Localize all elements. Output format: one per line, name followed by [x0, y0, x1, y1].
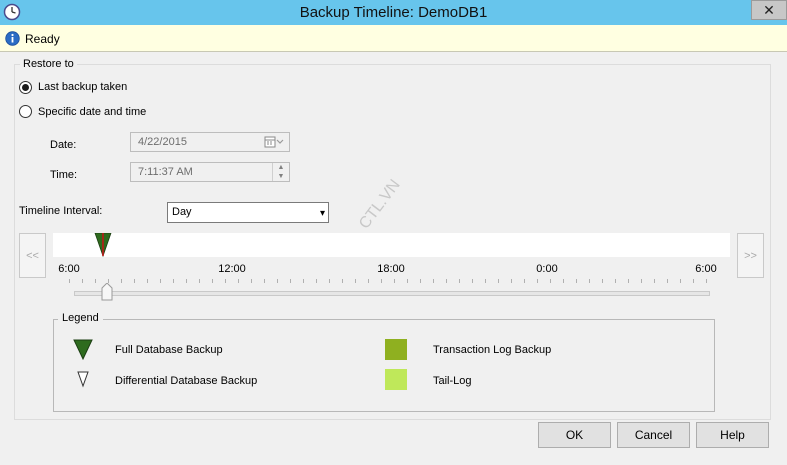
timeline-tick — [264, 279, 265, 283]
timeline-tick — [589, 279, 590, 283]
timeline-tick — [550, 279, 551, 283]
timeline-tick — [316, 279, 317, 283]
time-field[interactable]: 7:11:37 AM — [130, 162, 290, 182]
timeline-tick — [459, 279, 460, 283]
timeline-tick — [511, 279, 512, 283]
status-bar: Ready — [0, 25, 787, 52]
zoom-slider-track[interactable] — [74, 291, 710, 296]
timeline-tick — [95, 279, 96, 283]
timeline-tick — [537, 279, 538, 283]
timeline-markers — [94, 233, 112, 257]
timeline-tick — [173, 279, 174, 283]
timeline-tick — [563, 279, 564, 283]
timeline-tick — [628, 279, 629, 283]
legend-differential-label: Differential Database Backup — [115, 375, 258, 387]
legend-title: Legend — [58, 312, 103, 324]
timeline-tick — [238, 279, 239, 283]
full-backup-triangle-icon — [73, 339, 93, 360]
close-button[interactable]: ✕ — [751, 0, 787, 20]
tick-label: 6:00 — [58, 263, 80, 275]
timeline-tick — [693, 279, 694, 283]
info-icon — [5, 31, 20, 46]
tick-label: 12:00 — [218, 263, 246, 275]
timeline-tick — [121, 279, 122, 283]
tail-log-swatch — [385, 369, 407, 390]
timeline-tick — [160, 279, 161, 283]
timeline-tick — [524, 279, 525, 283]
timeline-tick — [420, 279, 421, 283]
tick-label: 6:00 — [695, 263, 717, 275]
timeline-tick — [446, 279, 447, 283]
date-label: Date: — [50, 139, 77, 151]
ok-button[interactable]: OK — [538, 422, 611, 448]
window-title: Backup Timeline: DemoDB1 — [299, 4, 488, 21]
timeline-tick — [433, 279, 434, 283]
cancel-button[interactable]: Cancel — [617, 422, 690, 448]
timeline-tick — [706, 279, 707, 283]
timeline-bar[interactable] — [53, 233, 730, 257]
timeline-tick — [303, 279, 304, 283]
timeline-tick — [498, 279, 499, 283]
differential-backup-triangle-icon — [77, 371, 89, 388]
timeline-tick — [199, 279, 200, 283]
timeline-tick — [654, 279, 655, 283]
timeline-axis: 6:00 12:00 18:00 0:00 6:00 — [53, 257, 730, 283]
timeline-tick — [212, 279, 213, 283]
legend-group — [53, 319, 715, 412]
specific-date-radio[interactable] — [19, 105, 32, 118]
timeline-tick — [667, 279, 668, 283]
timeline-tick — [368, 279, 369, 283]
timeline-tick — [251, 279, 252, 283]
timeline-tick — [576, 279, 577, 283]
timeline-tick — [680, 279, 681, 283]
timeline-tick — [407, 279, 408, 283]
spin-up-icon[interactable]: ▲ — [273, 163, 289, 172]
timeline-tick — [290, 279, 291, 283]
timeline-tick — [277, 279, 278, 283]
timeline-next-button[interactable]: >> — [737, 233, 764, 278]
tick-label: 18:00 — [377, 263, 405, 275]
time-value: 7:11:37 AM — [138, 166, 193, 178]
last-backup-radio[interactable] — [19, 81, 32, 94]
chevron-down-icon: ▾ — [319, 208, 325, 219]
timeline-tick — [615, 279, 616, 283]
timeline-tick — [485, 279, 486, 283]
timeline-tick — [134, 279, 135, 283]
timeline-tick — [641, 279, 642, 283]
timeline-tick — [381, 279, 382, 283]
spin-down-icon[interactable]: ▼ — [273, 172, 289, 181]
zoom-slider-thumb[interactable] — [101, 283, 113, 301]
timeline-interval-value: Day — [172, 206, 192, 218]
timeline-tick — [394, 279, 395, 283]
timeline-tick — [355, 279, 356, 283]
timeline-tick — [69, 279, 70, 283]
title-bar: Backup Timeline: DemoDB1 ✕ — [0, 0, 787, 25]
timeline-prev-button[interactable]: << — [19, 233, 46, 278]
timeline-tick — [472, 279, 473, 283]
timeline-tick — [225, 279, 226, 283]
timeline-interval-select[interactable]: Day ▾ — [167, 202, 329, 223]
timeline-tick — [147, 279, 148, 283]
time-label: Time: — [50, 169, 78, 181]
timeline-tick — [342, 279, 343, 283]
timeline-tick — [602, 279, 603, 283]
specific-date-label[interactable]: Specific date and time — [38, 106, 146, 118]
timeline-tick — [329, 279, 330, 283]
tick-label: 0:00 — [536, 263, 558, 275]
calendar-dropdown-icon[interactable] — [264, 134, 284, 150]
timeline-interval-label: Timeline Interval: — [19, 205, 103, 217]
timeline-tick — [186, 279, 187, 283]
time-spinner[interactable]: ▲ ▼ — [272, 163, 289, 181]
legend-transaction-log-label: Transaction Log Backup — [433, 344, 552, 356]
legend-full-backup-label: Full Database Backup — [115, 344, 223, 356]
transaction-log-swatch — [385, 339, 407, 360]
date-value: 4/22/2015 — [138, 136, 187, 148]
restore-to-label: Restore to — [20, 58, 77, 70]
help-button[interactable]: Help — [696, 422, 769, 448]
timeline-tick — [82, 279, 83, 283]
legend-tail-log-label: Tail-Log — [433, 375, 472, 387]
last-backup-label[interactable]: Last backup taken — [38, 81, 127, 93]
status-text: Ready — [25, 32, 60, 46]
